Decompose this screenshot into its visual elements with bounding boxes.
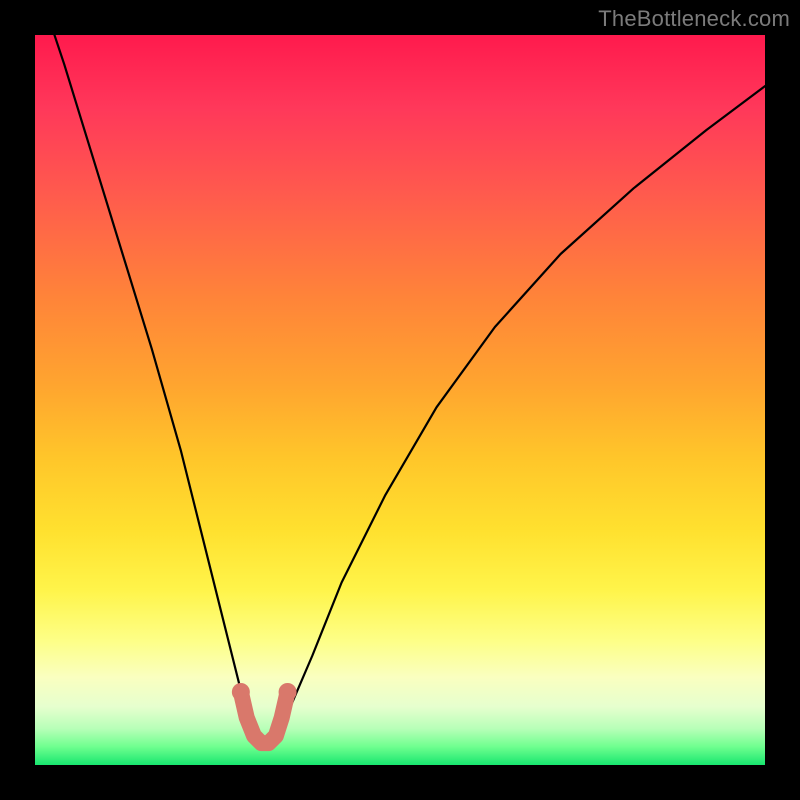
watermark-text: TheBottleneck.com: [598, 6, 790, 32]
bottleneck-curve: [35, 0, 765, 743]
highlight-dot: [232, 683, 250, 701]
highlight-dot: [279, 683, 297, 701]
optimal-range-endpoints: [232, 683, 297, 701]
plot-area: [35, 35, 765, 765]
plot-svg: [35, 35, 765, 765]
chart-frame: TheBottleneck.com: [0, 0, 800, 800]
optimal-range-highlight: [241, 692, 288, 743]
